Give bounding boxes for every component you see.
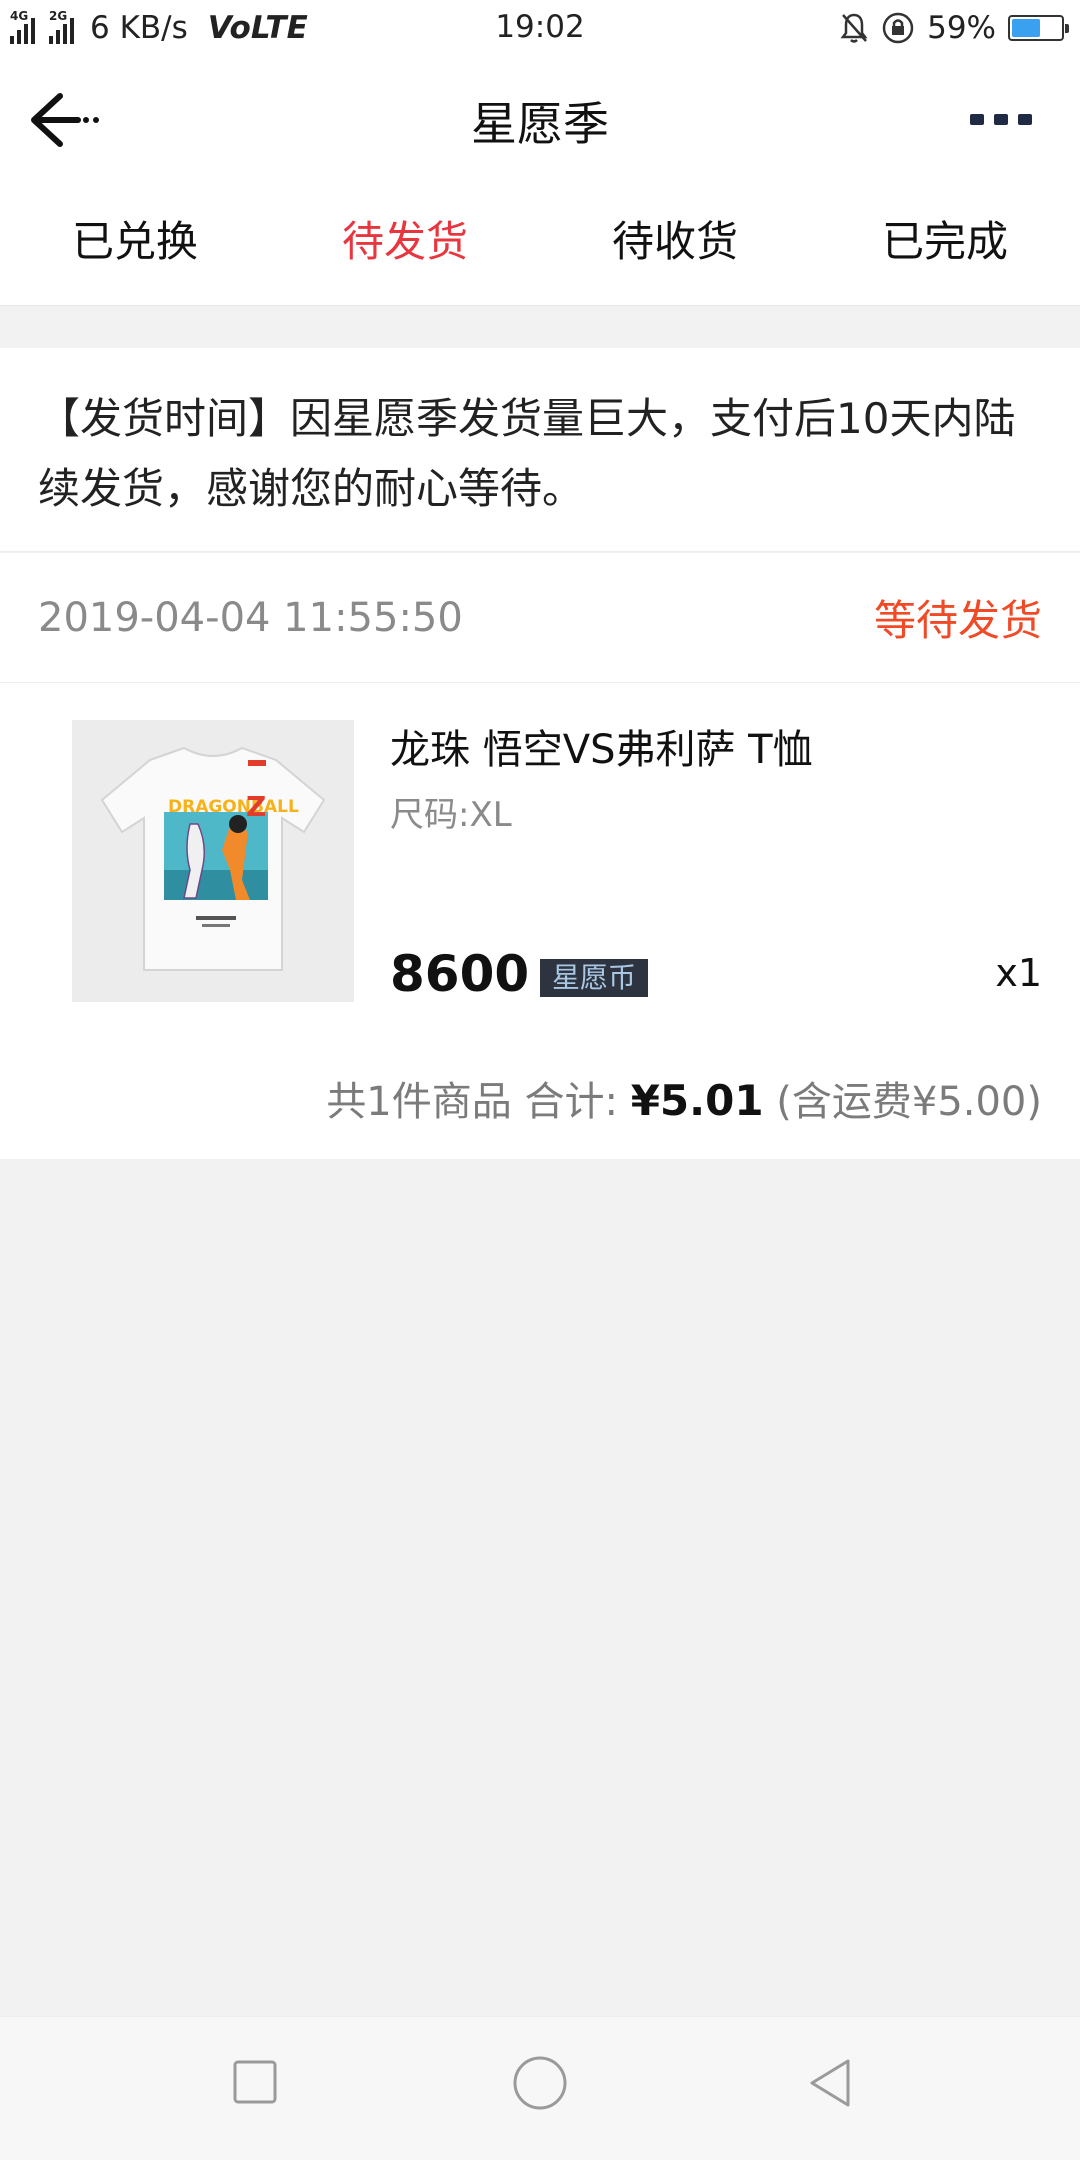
- order-status: 等待发货: [873, 596, 1042, 645]
- product-quantity: x1: [995, 951, 1042, 995]
- battery-level: [1012, 19, 1041, 37]
- item-count: 共1件商品: [326, 1079, 512, 1125]
- status-bar-left: 4G 2G 6 KB/s VoLTE: [10, 10, 308, 46]
- mute-bell-icon: [840, 13, 868, 43]
- svg-text:DRAGONBALL: DRAGONBALL: [168, 797, 299, 817]
- tab-awaiting-shipment[interactable]: 待发货: [270, 186, 540, 305]
- more-dot: [1018, 114, 1032, 125]
- order-datetime: 2019-04-04 11:55:50: [38, 594, 463, 641]
- page-title: 星愿季: [471, 97, 609, 151]
- signal-4g-icon: 4G: [10, 10, 35, 44]
- system-navigation-bar: [0, 2016, 1080, 2160]
- currency-badge: 星愿币: [540, 959, 649, 997]
- battery-icon: [1008, 15, 1069, 41]
- nav-bar: 星愿季: [0, 56, 1080, 186]
- tab-completed[interactable]: 已完成: [810, 186, 1080, 305]
- volte-indicator: VoLTE: [207, 10, 308, 46]
- product-row[interactable]: DRAGONBALL Z 龙珠 悟空VS弗利萨 T恤 尺码:XL 8600 星愿…: [0, 683, 1080, 1013]
- back-arrow-icon[interactable]: [26, 90, 106, 150]
- product-price: 8600: [390, 945, 530, 1003]
- order-summary: 共1件商品 合计: ¥5.01 (含运费¥5.00): [326, 1069, 1042, 1127]
- more-dot: [994, 114, 1008, 125]
- tshirt-illustration: DRAGONBALL Z: [72, 720, 354, 1002]
- total-label: 合计:: [524, 1079, 618, 1125]
- shipping-notice: 【发货时间】因星愿季发货量巨大，支付后10天内陆续发货，感谢您的耐心等待。: [0, 348, 1080, 552]
- tab-awaiting-receipt[interactable]: 待收货: [540, 186, 810, 305]
- more-icon[interactable]: [970, 114, 1032, 125]
- home-icon[interactable]: [512, 2055, 568, 2111]
- recent-apps-icon[interactable]: [232, 2059, 278, 2105]
- order-card[interactable]: 2019-04-04 11:55:50 等待发货 DRAGONBALL Z 龙珠…: [0, 553, 1080, 1159]
- svg-text:Z: Z: [246, 790, 266, 823]
- signal-2g-icon: 2G: [49, 10, 74, 44]
- product-size: 尺码:XL: [390, 795, 512, 835]
- back-triangle-icon[interactable]: [806, 2057, 854, 2109]
- product-name: 龙珠 悟空VS弗利萨 T恤: [390, 727, 813, 773]
- tab-exchanged[interactable]: 已兑换: [0, 186, 270, 305]
- shipping-fee: (含运费¥5.00): [776, 1079, 1042, 1125]
- more-dot: [970, 114, 984, 125]
- total-amount: ¥5.01: [630, 1076, 764, 1125]
- order-header: 2019-04-04 11:55:50 等待发货: [0, 553, 1080, 683]
- order-tabs: 已兑换 待发货 待收货 已完成: [0, 186, 1080, 306]
- status-bar: 4G 2G 6 KB/s VoLTE 19:02 59%: [0, 0, 1080, 56]
- rotation-lock-icon: [882, 12, 914, 44]
- battery-percent: 59%: [927, 10, 996, 46]
- status-bar-right: 59%: [839, 10, 1069, 46]
- network-speed: 6 KB/s: [90, 10, 188, 46]
- tshirt-image: DRAGONBALL Z: [72, 720, 354, 1002]
